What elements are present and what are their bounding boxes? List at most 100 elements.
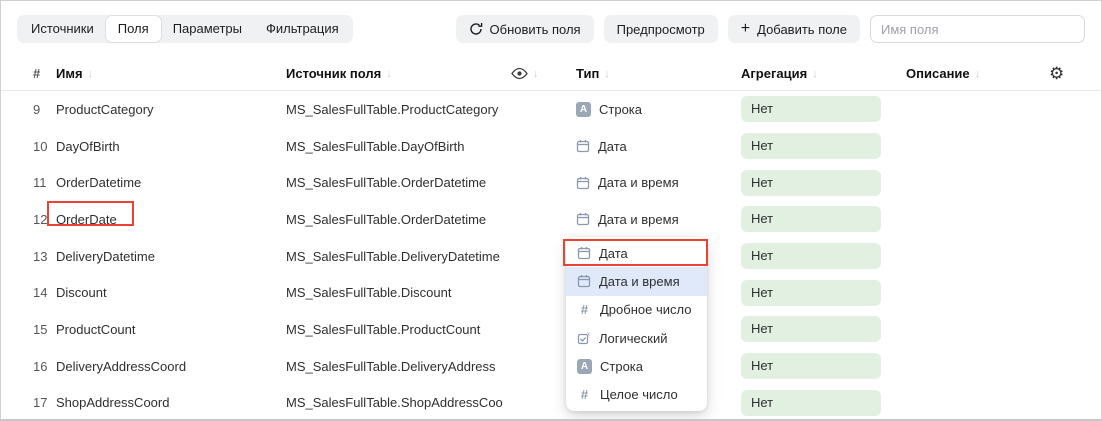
type-option-datetime[interactable]: Дата и время xyxy=(566,267,707,295)
eye-icon xyxy=(511,67,528,80)
aggregation-select[interactable]: Нет xyxy=(741,353,906,379)
field-name[interactable]: OrderDate xyxy=(56,212,286,227)
type-option-date[interactable]: Дата xyxy=(566,239,707,267)
aggregation-select[interactable]: Нет xyxy=(741,280,906,306)
dataset-fields-screen: Источники Поля Параметры Фильтрация Обно… xyxy=(0,0,1102,421)
boolean-type-icon: x xyxy=(577,331,591,345)
table-row: 17 ShopAddressCoord MS_SalesFullTable.Sh… xyxy=(1,385,1101,421)
field-name[interactable]: ProductCount xyxy=(56,322,286,337)
calendar-icon xyxy=(577,246,591,260)
field-name[interactable]: DeliveryDatetime xyxy=(56,249,286,264)
field-source[interactable]: MS_SalesFullTable.Discount xyxy=(286,285,511,300)
sort-arrow-icon: ↓ xyxy=(604,68,610,80)
row-index: 13 xyxy=(33,249,56,264)
calendar-icon xyxy=(576,212,590,226)
field-type-select[interactable]: Дата и время xyxy=(576,175,741,190)
field-source[interactable]: MS_SalesFullTable.OrderDatetime xyxy=(286,175,511,190)
calendar-icon xyxy=(576,139,590,153)
field-type-label: Дата и время xyxy=(598,175,679,190)
col-header-name[interactable]: Имя↓ xyxy=(56,66,286,81)
section-tabs: Источники Поля Параметры Фильтрация xyxy=(17,15,353,43)
svg-text:x: x xyxy=(587,332,590,338)
field-source[interactable]: MS_SalesFullTable.DayOfBirth xyxy=(286,139,511,154)
table-row: 13 DeliveryDatetime MS_SalesFullTable.De… xyxy=(1,238,1101,275)
row-index: 17 xyxy=(33,395,56,410)
type-option-float[interactable]: # Дробное число xyxy=(566,296,707,324)
type-option-label: Логический xyxy=(599,331,667,346)
tab-parameters[interactable]: Параметры xyxy=(161,16,254,42)
field-source[interactable]: MS_SalesFullTable.OrderDatetime xyxy=(286,212,511,227)
string-type-icon: A xyxy=(577,359,592,374)
preview-label: Предпросмотр xyxy=(617,22,705,37)
string-type-icon: A xyxy=(576,102,591,117)
table-row: 14 Discount MS_SalesFullTable.Discount Н… xyxy=(1,274,1101,311)
col-header-settings[interactable]: ⚙ xyxy=(1049,64,1091,84)
table-row: 16 DeliveryAddressCoord MS_SalesFullTabl… xyxy=(1,348,1101,385)
row-index: 11 xyxy=(33,175,56,190)
table-header: # Имя↓ Источник поля↓ ↓ Тип↓ Агрегация↓ … xyxy=(1,57,1101,91)
field-source[interactable]: MS_SalesFullTable.ShopAddressCoo xyxy=(286,395,511,410)
type-option-string[interactable]: A Строка xyxy=(566,352,707,380)
tab-sources[interactable]: Источники xyxy=(19,16,106,42)
field-name[interactable]: DayOfBirth xyxy=(56,139,286,154)
refresh-fields-label: Обновить поля xyxy=(490,22,581,37)
field-type-label: Строка xyxy=(599,102,642,117)
aggregation-select[interactable]: Нет xyxy=(741,170,906,196)
add-field-label: Добавить поле xyxy=(757,22,847,37)
col-header-type[interactable]: Тип↓ xyxy=(576,66,741,81)
table-row: 12 OrderDate MS_SalesFullTable.OrderDate… xyxy=(1,201,1101,238)
col-header-aggregation[interactable]: Агрегация↓ xyxy=(741,66,906,81)
table-row: 10 DayOfBirth MS_SalesFullTable.DayOfBir… xyxy=(1,128,1101,165)
aggregation-select[interactable]: Нет xyxy=(741,96,906,122)
field-type-select[interactable]: Дата и время xyxy=(576,212,741,227)
refresh-fields-button[interactable]: Обновить поля xyxy=(456,15,594,43)
field-type-label: Дата xyxy=(598,139,627,154)
preview-button[interactable]: Предпросмотр xyxy=(604,15,718,43)
aggregation-select[interactable]: Нет xyxy=(741,133,906,159)
col-header-visibility[interactable]: ↓ xyxy=(511,67,576,80)
type-option-label: Дата xyxy=(599,246,628,261)
sort-arrow-icon: ↓ xyxy=(533,68,539,80)
col-header-index: # xyxy=(33,66,56,81)
col-header-description[interactable]: Описание↓ xyxy=(906,66,1049,81)
add-field-button[interactable]: + Добавить поле xyxy=(728,15,860,43)
aggregation-select[interactable]: Нет xyxy=(741,390,906,416)
field-name[interactable]: ProductCategory xyxy=(56,102,286,117)
field-name[interactable]: DeliveryAddressCoord xyxy=(56,359,286,374)
field-source[interactable]: MS_SalesFullTable.DeliveryDatetime xyxy=(286,249,511,264)
aggregation-select[interactable]: Нет xyxy=(741,243,906,269)
gear-icon[interactable]: ⚙ xyxy=(1049,64,1064,84)
row-index: 10 xyxy=(33,139,56,154)
type-option-label: Строка xyxy=(600,359,643,374)
field-source[interactable]: MS_SalesFullTable.ProductCategory xyxy=(286,102,511,117)
aggregation-select[interactable]: Нет xyxy=(741,206,906,232)
field-type-select[interactable]: A Строка xyxy=(576,102,741,117)
field-type-select[interactable]: Дата xyxy=(576,139,741,154)
sort-arrow-icon: ↓ xyxy=(88,68,94,80)
field-name[interactable]: ShopAddressCoord xyxy=(56,395,286,410)
col-header-source[interactable]: Источник поля↓ xyxy=(286,66,511,81)
row-index: 16 xyxy=(33,359,56,374)
type-option-label: Целое число xyxy=(600,387,678,402)
aggregation-select[interactable]: Нет xyxy=(741,316,906,342)
calendar-icon xyxy=(577,274,591,288)
row-index: 9 xyxy=(33,102,56,117)
type-option-boolean[interactable]: x Логический xyxy=(566,324,707,352)
field-type-label: Дата и время xyxy=(598,212,679,227)
number-icon: # xyxy=(577,387,592,402)
sort-arrow-icon: ↓ xyxy=(386,68,392,80)
field-name[interactable]: OrderDatetime xyxy=(56,175,286,190)
type-option-label: Дата и время xyxy=(599,274,680,289)
number-icon: # xyxy=(577,302,592,317)
plus-icon: + xyxy=(741,21,750,37)
type-option-integer[interactable]: # Целое число xyxy=(566,380,707,408)
field-name[interactable]: Discount xyxy=(56,285,286,300)
sort-arrow-icon: ↓ xyxy=(975,68,981,80)
tab-fields[interactable]: Поля xyxy=(106,16,161,42)
field-source[interactable]: MS_SalesFullTable.DeliveryAddress xyxy=(286,359,511,374)
table-row: 15 ProductCount MS_SalesFullTable.Produc… xyxy=(1,311,1101,348)
row-index: 12 xyxy=(33,212,56,227)
field-source[interactable]: MS_SalesFullTable.ProductCount xyxy=(286,322,511,337)
tab-filtering[interactable]: Фильтрация xyxy=(254,16,351,42)
field-name-search-input[interactable] xyxy=(870,15,1085,43)
